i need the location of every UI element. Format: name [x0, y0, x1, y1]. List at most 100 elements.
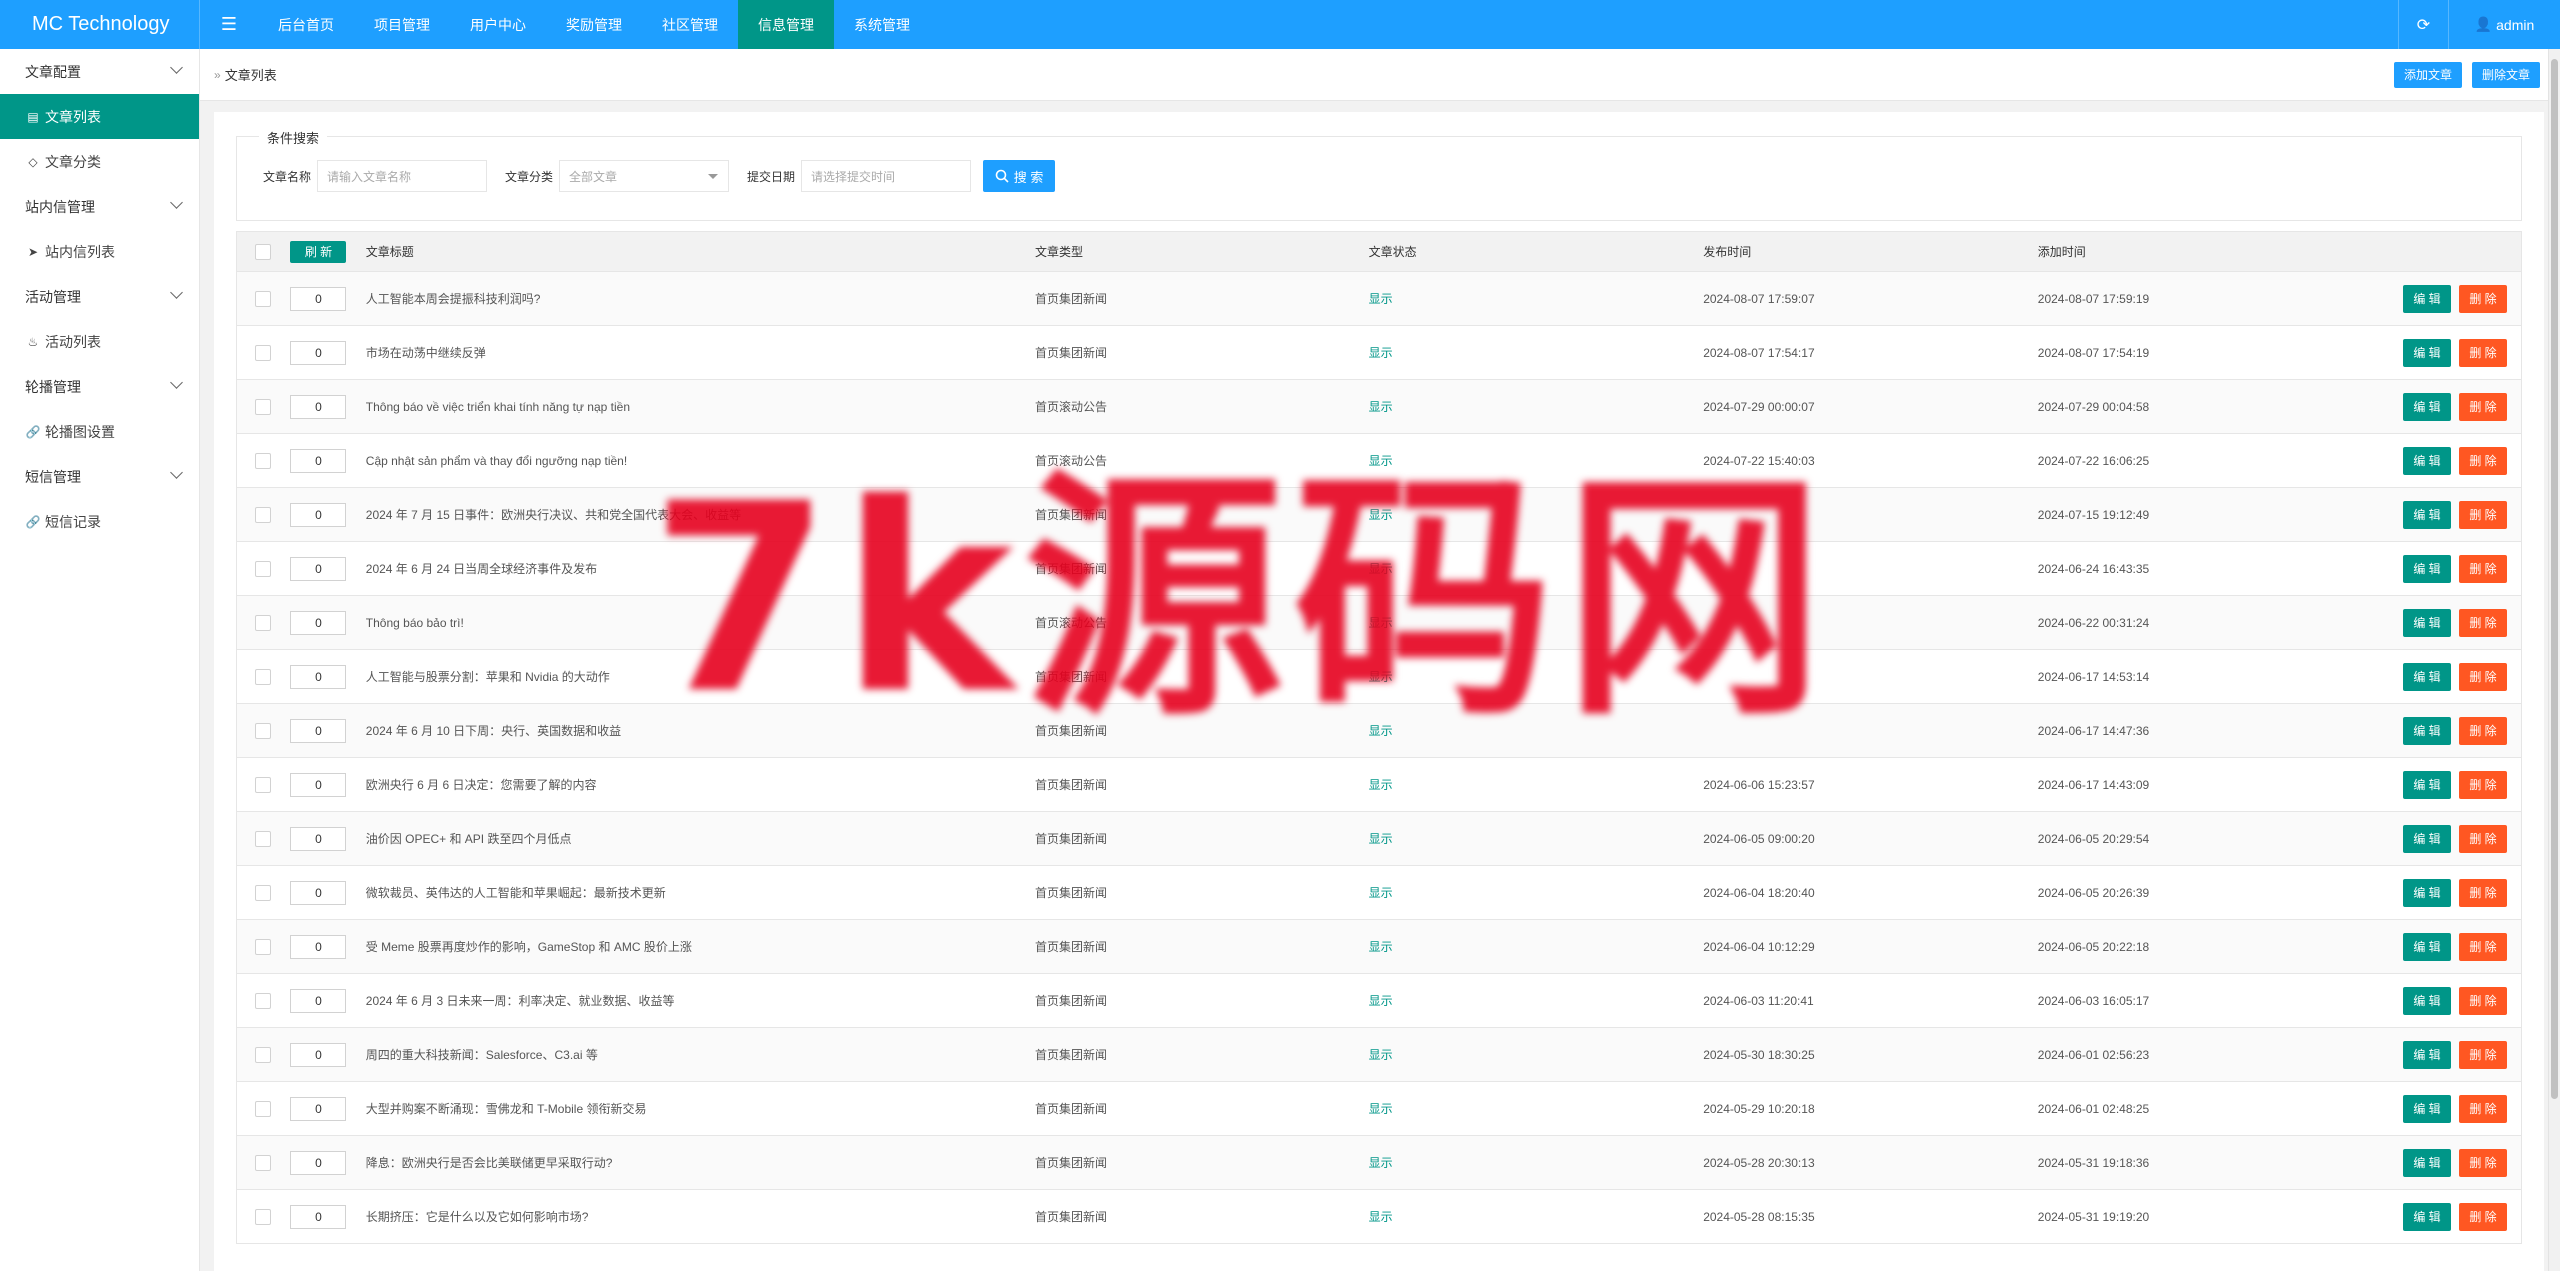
- sort-order-input[interactable]: 0: [290, 1150, 347, 1175]
- edit-button[interactable]: 编 辑: [2403, 446, 2451, 475]
- sort-order-input[interactable]: 0: [290, 1042, 347, 1067]
- row-checkbox[interactable]: [254, 1046, 271, 1063]
- delete-button[interactable]: 删 除: [2459, 770, 2507, 799]
- sidebar-group[interactable]: 文章配置: [0, 49, 199, 94]
- row-checkbox[interactable]: [254, 398, 271, 415]
- refresh-icon[interactable]: ⟳: [2398, 0, 2448, 49]
- edit-button[interactable]: 编 辑: [2403, 284, 2451, 313]
- row-checkbox[interactable]: [254, 452, 271, 469]
- delete-button[interactable]: 删 除: [2459, 878, 2507, 907]
- sidebar-item[interactable]: 🔗 轮播图设置: [0, 409, 199, 454]
- sort-order-input[interactable]: 0: [290, 934, 347, 959]
- edit-button[interactable]: 编 辑: [2403, 1040, 2451, 1069]
- sort-order-input[interactable]: 0: [290, 394, 347, 419]
- hamburger-icon[interactable]: ☰: [200, 0, 258, 49]
- top-nav-item[interactable]: 后台首页: [258, 0, 354, 49]
- edit-button[interactable]: 编 辑: [2403, 662, 2451, 691]
- sort-order-input[interactable]: 0: [290, 1096, 347, 1121]
- scrollbar-thumb[interactable]: [2551, 59, 2558, 1099]
- delete-button[interactable]: 删 除: [2459, 446, 2507, 475]
- article-name-input[interactable]: 请输入文章名称: [317, 160, 488, 192]
- sort-order-input[interactable]: 0: [290, 448, 347, 473]
- delete-button[interactable]: 删 除: [2459, 500, 2507, 529]
- add-article-button[interactable]: 添加文章: [2393, 61, 2462, 88]
- edit-button[interactable]: 编 辑: [2403, 1148, 2451, 1177]
- sidebar-group[interactable]: 短信管理: [0, 454, 199, 499]
- sort-order-input[interactable]: 0: [290, 502, 347, 527]
- sort-order-input[interactable]: 0: [290, 286, 347, 311]
- delete-button[interactable]: 删 除: [2459, 608, 2507, 637]
- delete-button[interactable]: 删 除: [2459, 986, 2507, 1015]
- sort-order-input[interactable]: 0: [290, 1204, 347, 1229]
- delete-button[interactable]: 删 除: [2459, 554, 2507, 583]
- sidebar-group[interactable]: 活动管理: [0, 274, 199, 319]
- delete-button[interactable]: 删 除: [2459, 284, 2507, 313]
- sidebar-group[interactable]: 站内信管理: [0, 184, 199, 229]
- sort-order-input[interactable]: 0: [290, 988, 347, 1013]
- edit-button[interactable]: 编 辑: [2403, 986, 2451, 1015]
- sort-order-input[interactable]: 0: [290, 718, 347, 743]
- sort-order-input[interactable]: 0: [290, 880, 347, 905]
- delete-article-button[interactable]: 删除文章: [2471, 61, 2540, 88]
- top-nav-item[interactable]: 项目管理: [354, 0, 450, 49]
- edit-button[interactable]: 编 辑: [2403, 932, 2451, 961]
- row-checkbox[interactable]: [254, 668, 271, 685]
- row-checkbox[interactable]: [254, 1100, 271, 1117]
- sidebar-item[interactable]: ◇ 文章分类: [0, 139, 199, 184]
- top-nav-item[interactable]: 社区管理: [642, 0, 738, 49]
- row-checkbox[interactable]: [254, 830, 271, 847]
- top-nav-item[interactable]: 奖励管理: [546, 0, 642, 49]
- delete-button[interactable]: 删 除: [2459, 1040, 2507, 1069]
- sort-order-input[interactable]: 0: [290, 826, 347, 851]
- edit-button[interactable]: 编 辑: [2403, 1094, 2451, 1123]
- select-all-checkbox[interactable]: [254, 243, 271, 260]
- row-checkbox[interactable]: [254, 776, 271, 793]
- edit-button[interactable]: 编 辑: [2403, 824, 2451, 853]
- delete-button[interactable]: 删 除: [2459, 1148, 2507, 1177]
- sidebar-item[interactable]: 🔗 短信记录: [0, 499, 199, 544]
- row-checkbox[interactable]: [254, 1154, 271, 1171]
- submit-date-input[interactable]: 请选择提交时间: [801, 160, 972, 192]
- sidebar-item[interactable]: ➤ 站内信列表: [0, 229, 199, 274]
- edit-button[interactable]: 编 辑: [2403, 878, 2451, 907]
- sort-order-input[interactable]: 0: [290, 772, 347, 797]
- row-checkbox[interactable]: [254, 992, 271, 1009]
- brand-title[interactable]: MC Technology: [0, 0, 200, 49]
- edit-button[interactable]: 编 辑: [2403, 716, 2451, 745]
- delete-button[interactable]: 删 除: [2459, 1202, 2507, 1231]
- edit-button[interactable]: 编 辑: [2403, 608, 2451, 637]
- delete-button[interactable]: 删 除: [2459, 662, 2507, 691]
- row-checkbox[interactable]: [254, 938, 271, 955]
- search-button[interactable]: 搜 索: [983, 160, 1056, 192]
- row-checkbox[interactable]: [254, 344, 271, 361]
- top-nav-item[interactable]: 信息管理: [738, 0, 834, 49]
- row-checkbox[interactable]: [254, 506, 271, 523]
- delete-button[interactable]: 删 除: [2459, 716, 2507, 745]
- delete-button[interactable]: 删 除: [2459, 392, 2507, 421]
- edit-button[interactable]: 编 辑: [2403, 338, 2451, 367]
- sort-order-input[interactable]: 0: [290, 664, 347, 689]
- row-checkbox[interactable]: [254, 1208, 271, 1225]
- sidebar-item[interactable]: ♨ 活动列表: [0, 319, 199, 364]
- delete-button[interactable]: 删 除: [2459, 824, 2507, 853]
- row-checkbox[interactable]: [254, 614, 271, 631]
- top-nav-item[interactable]: 系统管理: [834, 0, 930, 49]
- category-select[interactable]: 全部文章: [559, 160, 730, 192]
- sort-order-input[interactable]: 0: [290, 340, 347, 365]
- sidebar-group[interactable]: 轮播管理: [0, 364, 199, 409]
- refresh-sort-button[interactable]: 刷 新: [290, 240, 347, 263]
- delete-button[interactable]: 删 除: [2459, 338, 2507, 367]
- row-checkbox[interactable]: [254, 560, 271, 577]
- edit-button[interactable]: 编 辑: [2403, 392, 2451, 421]
- page-scrollbar[interactable]: [2548, 49, 2560, 1271]
- row-checkbox[interactable]: [254, 722, 271, 739]
- row-checkbox[interactable]: [254, 884, 271, 901]
- top-nav-item[interactable]: 用户中心: [450, 0, 546, 49]
- user-menu[interactable]: 👤 admin: [2448, 0, 2560, 49]
- sidebar-item[interactable]: ▤ 文章列表: [0, 94, 199, 139]
- delete-button[interactable]: 删 除: [2459, 932, 2507, 961]
- delete-button[interactable]: 删 除: [2459, 1094, 2507, 1123]
- edit-button[interactable]: 编 辑: [2403, 770, 2451, 799]
- sort-order-input[interactable]: 0: [290, 610, 347, 635]
- edit-button[interactable]: 编 辑: [2403, 1202, 2451, 1231]
